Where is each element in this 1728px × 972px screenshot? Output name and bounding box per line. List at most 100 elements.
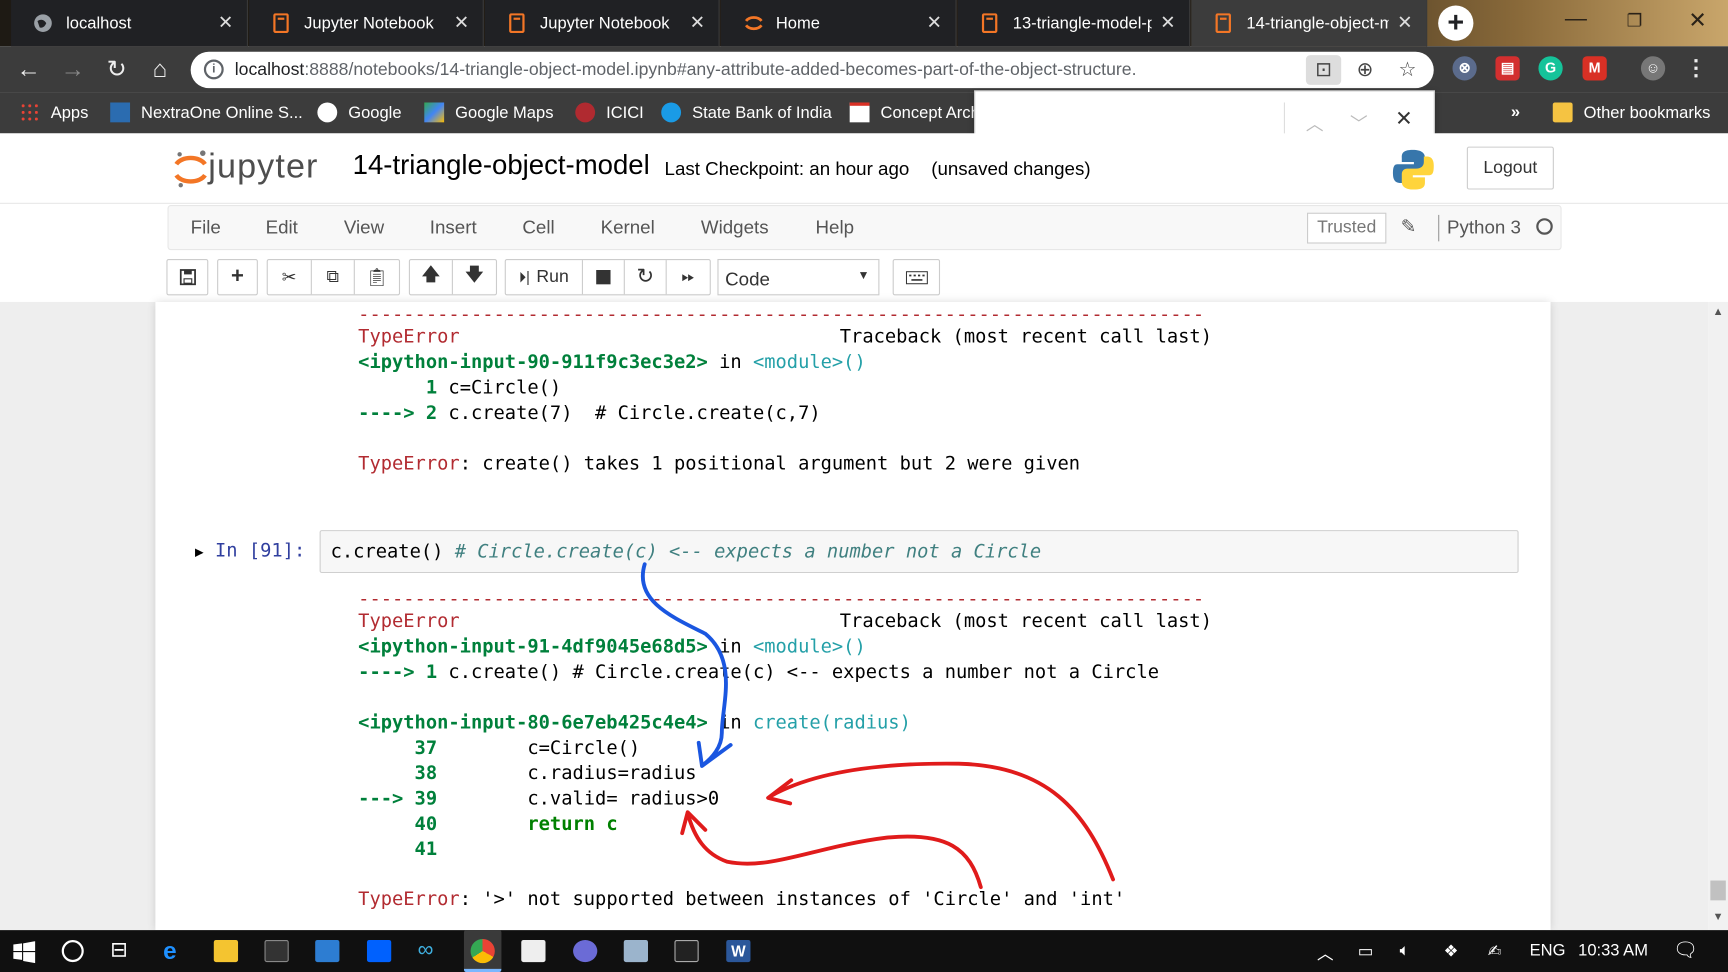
find-previous-icon[interactable]: ︿ [1306,109,1324,135]
restart-run-all-icon[interactable]: ⏩︎ [667,260,710,294]
address-bar[interactable]: i localhost:8888/notebooks/14-triangle-o… [190,51,1434,89]
language-indicator[interactable]: ENG [1530,941,1566,960]
edge-icon[interactable]: e [163,937,187,965]
other-bookmarks[interactable]: Other bookmarks [1552,102,1710,123]
app-icon[interactable] [573,940,598,963]
reload-icon[interactable]: ↻ [101,55,132,84]
tray-chevron-icon[interactable]: ︿ [1317,941,1334,964]
command-palette-button[interactable] [892,258,941,296]
store-icon[interactable] [315,940,340,963]
pdf-extension-icon[interactable]: ▤ [1495,56,1520,81]
word-icon[interactable]: W [726,940,751,963]
tab-14-triangle-active[interactable]: 14-triangle-object-m ✕ [1191,0,1428,47]
cmd-icon[interactable] [674,940,699,963]
forward-icon[interactable]: → [57,55,88,84]
page-scrollbar[interactable]: ▲ ▼ [1708,301,1728,931]
find-close-icon[interactable]: ✕ [1395,107,1413,132]
dropbox-icon[interactable] [366,940,392,963]
notebook-title[interactable]: 14-triangle-object-model [353,150,650,182]
home-icon[interactable]: ⌂ [144,55,175,84]
bookmark-sbi[interactable]: State Bank of India [661,102,832,123]
cell-type-select[interactable]: Code ▼ [717,258,880,296]
search-icon[interactable] [61,940,84,963]
error-type: TypeError [358,610,460,633]
trusted-indicator[interactable]: Trusted [1307,212,1387,244]
menu-widgets[interactable]: Widgets [701,217,769,239]
grammarly-icon[interactable]: G [1538,56,1563,81]
find-next-icon[interactable]: ﹀ [1350,109,1368,135]
save-button[interactable] [166,258,209,296]
gmail-extension-icon[interactable]: M [1582,56,1607,81]
tab-localhost[interactable]: localhost ✕ [11,0,248,47]
app-icon[interactable] [623,940,648,963]
run-cell-icon[interactable]: ▶︎ [195,544,204,561]
windows-start-icon[interactable] [13,941,36,964]
menu-help[interactable]: Help [816,217,855,239]
infinity-app-icon[interactable]: ∞ [418,938,434,963]
tab-home[interactable]: Home ✕ [720,0,957,47]
move-up-icon[interactable]: 🡅︎ [410,260,453,295]
close-icon[interactable]: ✕ [690,12,706,34]
window-close-icon[interactable]: ✕ [1688,7,1706,35]
chrome-taskbar-active[interactable] [463,930,502,972]
copy-icon[interactable]: ⧉ [312,260,356,295]
bookmarks-overflow[interactable]: » [1511,102,1520,121]
jupyter-logo[interactable]: jupyter [173,147,319,189]
close-icon[interactable]: ✕ [1397,12,1413,34]
bookmark-google-maps[interactable]: Google Maps [424,102,553,123]
notifications-icon[interactable]: 🗨︎ [1673,939,1698,962]
info-icon[interactable]: i [203,59,224,80]
close-icon[interactable]: ✕ [454,12,470,34]
bookmark-concept-arch[interactable]: Concept Arch [849,102,980,123]
scroll-up-icon[interactable]: ▲ [1713,306,1724,318]
logout-button[interactable]: Logout [1466,146,1554,190]
restore-icon[interactable]: ❐ [1627,10,1643,32]
code-cell-input[interactable]: c.create() # Circle.create(c) <-- expect… [319,530,1519,574]
browser-menu-icon[interactable]: ⋮ [1684,56,1708,80]
bookmark-star-icon[interactable]: ☆ [1398,58,1416,81]
kernel-name[interactable]: Python 3 [1447,217,1521,239]
profile-avatar[interactable]: ☺ [1640,56,1666,81]
move-down-icon[interactable]: 🡇︎ [453,260,496,294]
find-in-page-icon[interactable]: ⊡ [1305,55,1342,85]
extension-icon[interactable]: ⊗ [1452,56,1477,81]
insert-cell-button[interactable]: + [217,258,258,296]
tab-13-triangle[interactable]: 13-triangle-model-p ✕ [957,0,1191,47]
tab-jupyter-2[interactable]: Jupyter Notebook ✕ [484,0,720,47]
pen-icon[interactable]: ✍︎ [1488,941,1502,961]
minimize-icon[interactable]: — [1565,7,1587,32]
bookmark-nextraone[interactable]: NextraOne Online S... [110,102,303,123]
clock[interactable]: 10:33 AM [1578,941,1648,960]
task-view-icon[interactable]: ⊟ [110,938,128,963]
tab-jupyter-1[interactable]: Jupyter Notebook ✕ [249,0,484,47]
menu-file[interactable]: File [191,217,221,239]
run-button[interactable]: ⏵︎| Run [506,260,583,295]
scroll-down-icon[interactable]: ▼ [1713,911,1724,923]
menu-insert[interactable]: Insert [430,217,477,239]
back-icon[interactable]: ← [13,55,44,84]
new-tab-button[interactable]: + [1438,5,1474,41]
close-icon[interactable]: ✕ [1160,12,1176,34]
mail-icon[interactable] [521,940,546,963]
menu-cell[interactable]: Cell [522,217,554,239]
bookmark-icici[interactable]: ICICI [575,102,644,123]
menu-kernel[interactable]: Kernel [601,217,655,239]
volume-icon[interactable]: 🔈︎ [1400,941,1410,960]
interrupt-kernel-icon[interactable] [583,260,625,295]
close-icon[interactable]: ✕ [218,12,234,34]
menu-edit[interactable]: Edit [266,217,298,239]
menu-view[interactable]: View [344,217,384,239]
paste-icon[interactable]: 📋︎ [355,260,399,294]
dropbox-tray-icon[interactable]: ❖ [1444,941,1459,961]
scrollbar-thumb[interactable] [1710,880,1726,901]
edit-pencil-icon[interactable]: ✎ [1401,216,1417,238]
battery-icon[interactable]: ▭ [1358,941,1374,961]
zoom-icon[interactable]: ⊕ [1357,58,1374,81]
file-explorer-icon[interactable] [213,940,239,963]
bookmark-google[interactable]: Google [317,102,402,123]
terminal-icon[interactable] [264,940,289,963]
close-icon[interactable]: ✕ [927,12,943,34]
restart-kernel-icon[interactable]: ↻ [625,260,667,295]
cut-icon[interactable]: ✂ [268,260,312,295]
bookmark-apps[interactable]: Apps [19,102,88,123]
